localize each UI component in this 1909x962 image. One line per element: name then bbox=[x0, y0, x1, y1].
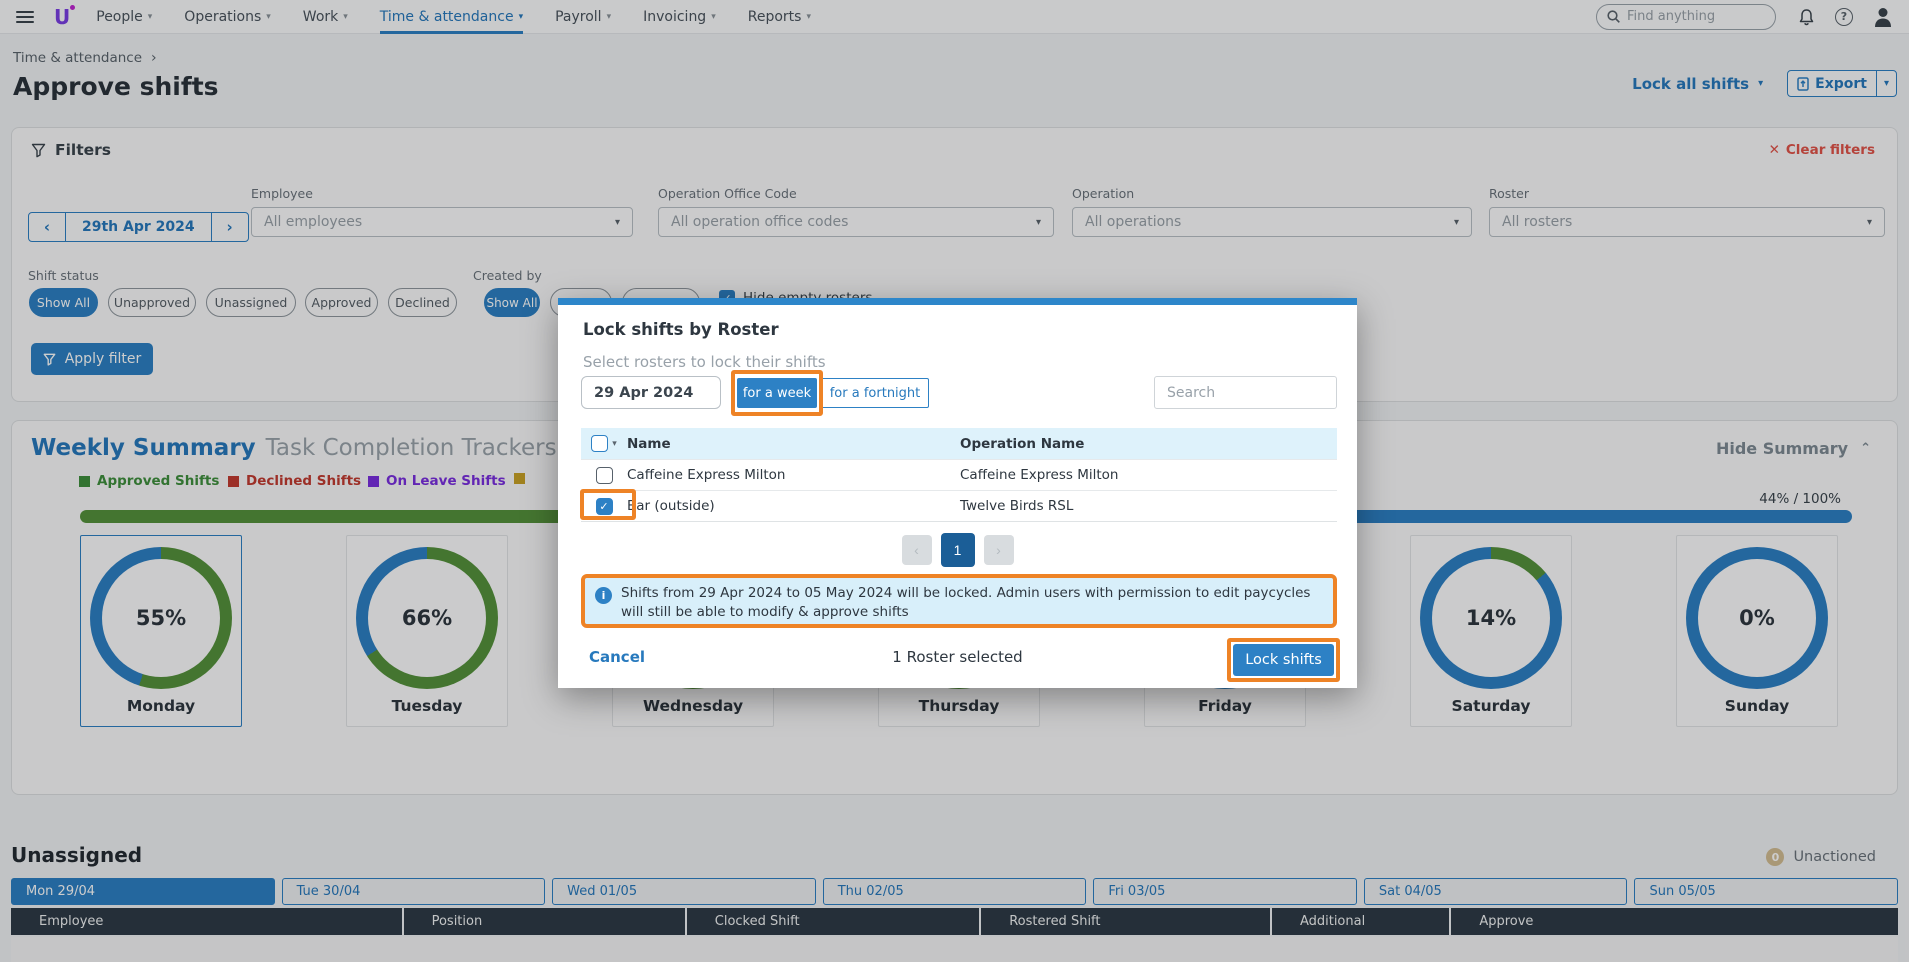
select-all-checkbox[interactable] bbox=[591, 435, 608, 452]
modal-subtitle: Select rosters to lock their shifts bbox=[583, 353, 826, 371]
chevron-down-icon[interactable]: ▾ bbox=[612, 439, 617, 449]
row-checkbox[interactable] bbox=[596, 467, 613, 484]
lock-shifts-button[interactable]: Lock shifts bbox=[1233, 644, 1334, 676]
for-a-fortnight-button[interactable]: for a fortnight bbox=[821, 378, 929, 408]
modal-date-input[interactable] bbox=[581, 376, 721, 409]
prev-page-button[interactable]: ‹ bbox=[902, 535, 932, 565]
info-icon: i bbox=[595, 587, 612, 604]
lock-info-text: Shifts from 29 Apr 2024 to 05 May 2024 w… bbox=[621, 584, 1321, 618]
app-root: U People▾ Operations▾ Work▾ Time & atten… bbox=[0, 0, 1909, 962]
roster-row-bar-outside[interactable]: ✓ Bar (outside) Twelve Birds RSL bbox=[581, 490, 1337, 521]
lock-info-banner: i Shifts from 29 Apr 2024 to 05 May 2024… bbox=[581, 574, 1337, 628]
modal-search-input[interactable] bbox=[1154, 376, 1337, 409]
col-name: Name bbox=[627, 436, 960, 452]
roster-table: ▾ Name Operation Name Caffeine Express M… bbox=[581, 428, 1337, 522]
next-page-button[interactable]: › bbox=[984, 535, 1014, 565]
roster-table-header: ▾ Name Operation Name bbox=[581, 428, 1337, 459]
page-1-button[interactable]: 1 bbox=[941, 533, 975, 567]
pagination: ‹ 1 › bbox=[558, 533, 1357, 567]
for-a-week-button[interactable]: for a week bbox=[737, 378, 817, 408]
col-operation-name: Operation Name bbox=[960, 436, 1337, 452]
lock-shifts-modal: Lock shifts by Roster Select rosters to … bbox=[558, 298, 1357, 688]
row-checkbox-checked[interactable]: ✓ bbox=[596, 498, 613, 515]
modal-title: Lock shifts by Roster bbox=[583, 320, 779, 339]
roster-row-caffeine[interactable]: Caffeine Express Milton Caffeine Express… bbox=[581, 459, 1337, 490]
